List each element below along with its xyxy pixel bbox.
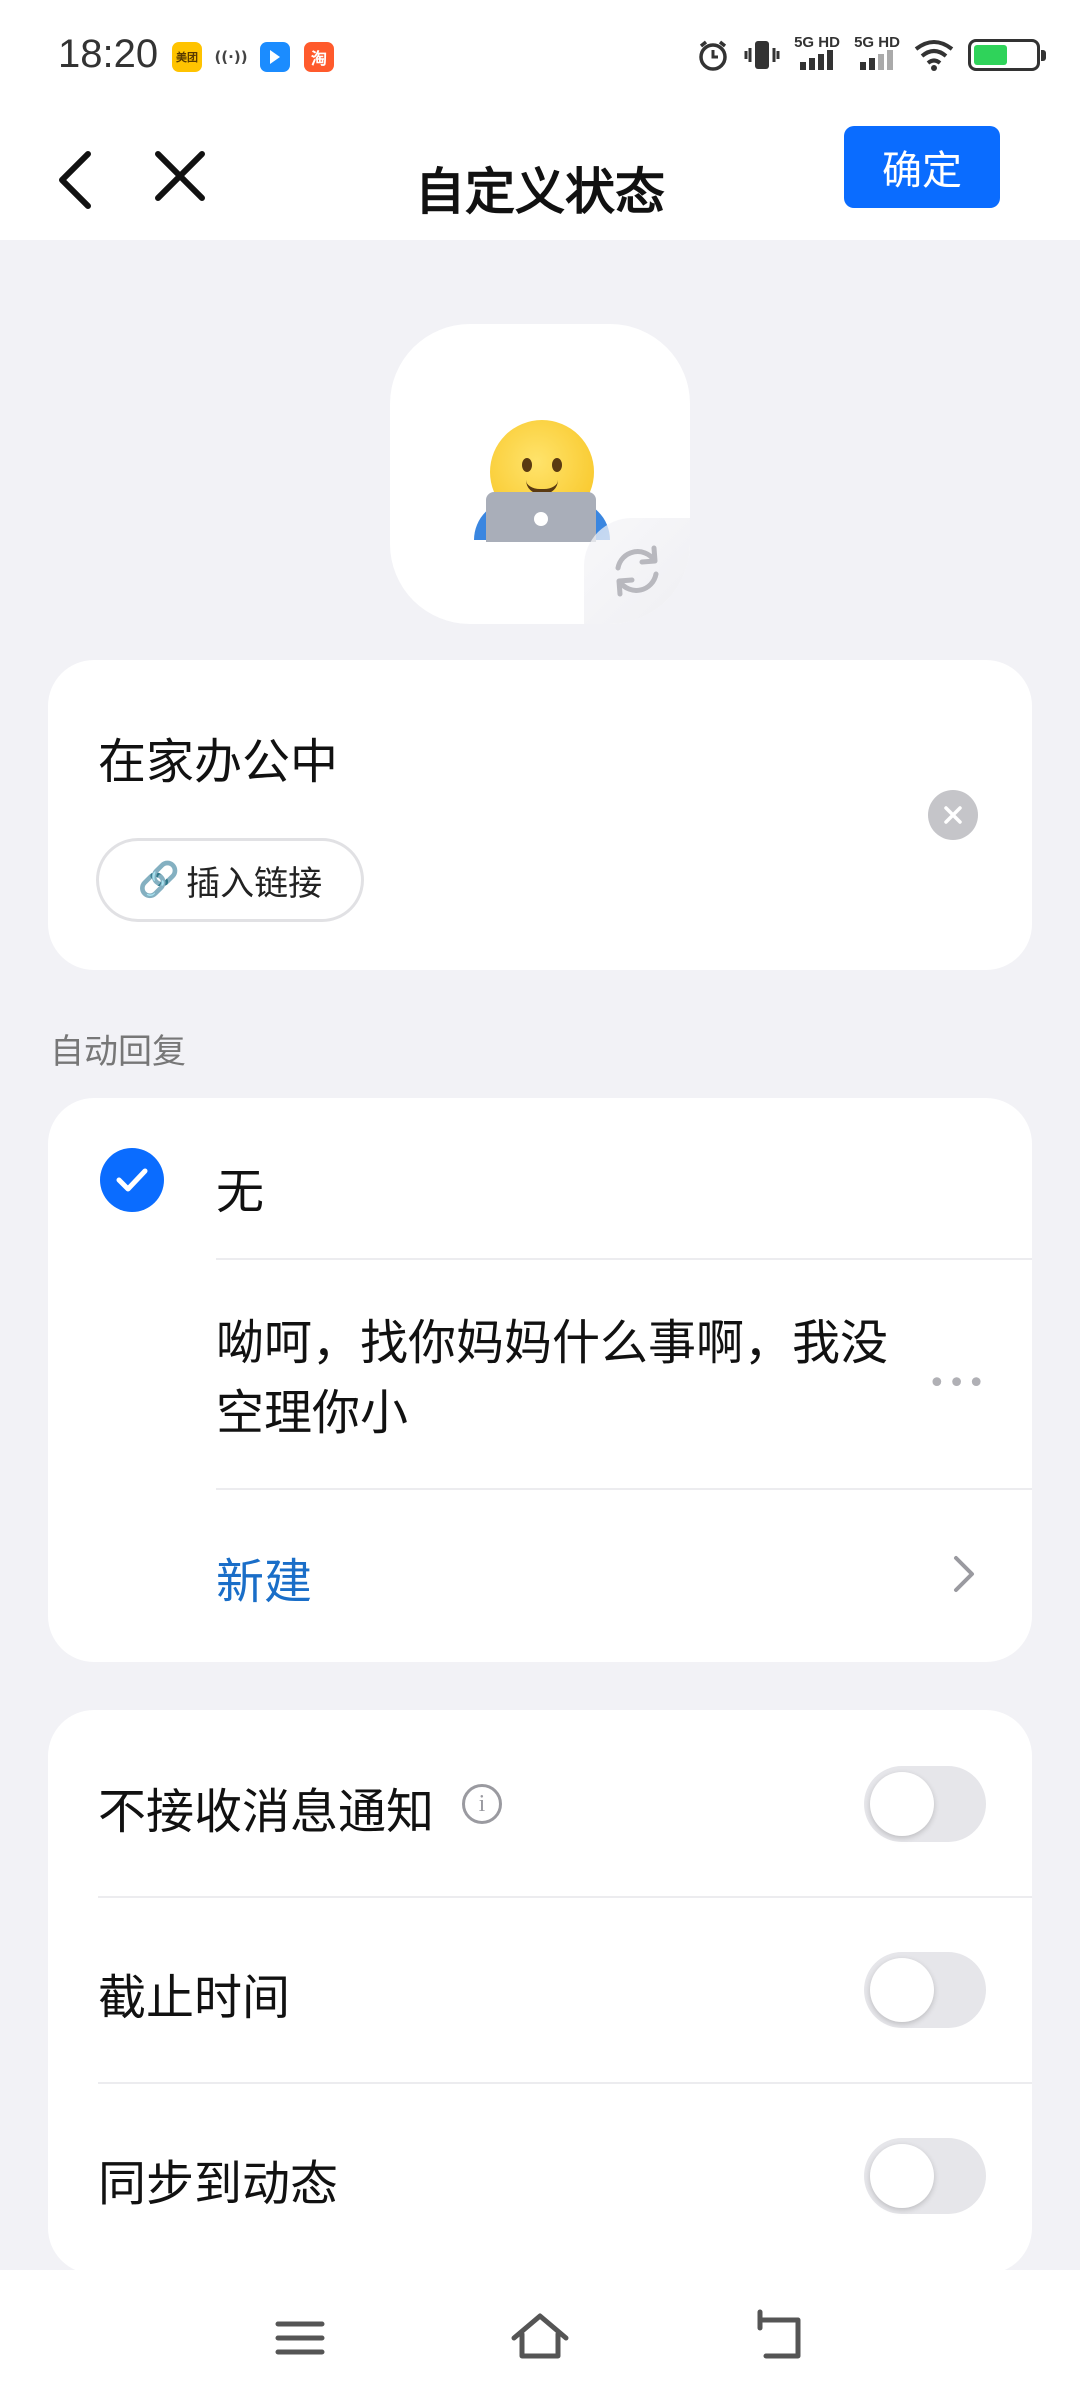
refresh-emoji-button[interactable] [584, 518, 690, 624]
status-right-icons: 5G HD 5G HD [696, 35, 1046, 74]
signal-1: 5G HD [794, 35, 840, 74]
system-navigation-bar [0, 2270, 1080, 2400]
status-emoji-tile[interactable] [390, 324, 690, 624]
menu-icon [275, 2321, 325, 2355]
insert-link-button[interactable]: 🔗 插入链接 [96, 838, 364, 922]
close-icon [944, 806, 962, 824]
status-text-input[interactable]: 在家办公中 [98, 722, 338, 792]
back-arrow-icon [757, 2309, 801, 2359]
divider [216, 1488, 1032, 1490]
checkmark-icon [100, 1148, 164, 1212]
alarm-icon [699, 40, 727, 71]
setting-row-sync-to-feed: 同步到动态 [48, 2082, 1032, 2268]
divider [216, 1258, 1032, 1260]
status-time: 18:20 [58, 32, 159, 76]
taobao-app-icon: 淘 [304, 42, 334, 72]
end-time-toggle[interactable] [864, 1952, 986, 2028]
sync-to-feed-toggle[interactable] [864, 2138, 986, 2214]
auto-reply-section-label: 自动回复 [50, 1032, 186, 1072]
chevron-right-icon [954, 1556, 974, 1592]
refresh-icon [615, 545, 659, 597]
status-bar: 18:20 美团 ((·)) 淘 5G HD 5G HD [0, 0, 1080, 118]
info-icon[interactable]: i [462, 1784, 502, 1824]
meituan-app-icon: 美团 [172, 42, 202, 72]
redaction-smudge [518, 1364, 668, 1464]
notification-icons: 美团 ((·)) 淘 [172, 42, 334, 72]
setting-row-end-time: 截止时间 [48, 1896, 1032, 2082]
reply-option-none-label: 无 [216, 1164, 265, 1220]
status-text-card: 在家办公中 🔗 插入链接 [48, 660, 1032, 970]
signal-2: 5G HD [854, 35, 900, 74]
back-nav-button[interactable] [750, 2308, 810, 2368]
new-reply-label: 新建 [216, 1554, 313, 1610]
recent-apps-button[interactable] [270, 2308, 330, 2368]
wifi-icon [914, 40, 954, 71]
insert-link-label: 插入链接 [186, 863, 323, 904]
link-icon: 🔗 [137, 860, 181, 900]
auto-reply-card: 无 呦呵，找你妈妈什么事啊，我没空理你小 ••• 新建 [48, 1098, 1032, 1662]
battery-icon [968, 39, 1046, 71]
navigation-bar: 自定义状态 确定 [0, 118, 1080, 240]
setting-label: 截止时间 [98, 1970, 291, 2026]
confirm-button[interactable]: 确定 [844, 126, 1000, 208]
setting-row-mute-notifications: 不接收消息通知 i [48, 1710, 1032, 1896]
settings-card: 不接收消息通知 i 截止时间 同步到动态 [48, 1710, 1032, 2274]
setting-label: 不接收消息通知 [98, 1784, 435, 1840]
mute-notifications-toggle[interactable] [864, 1766, 986, 1842]
home-icon [511, 2313, 569, 2359]
home-button[interactable] [510, 2308, 570, 2368]
clear-text-button[interactable] [928, 790, 978, 840]
navigation-app-icon [260, 42, 290, 72]
hotspot-icon: ((·)) [214, 42, 248, 72]
more-options-icon[interactable]: ••• [928, 1366, 987, 1401]
setting-label: 同步到动态 [98, 2156, 339, 2212]
vibrate-icon [744, 41, 780, 69]
